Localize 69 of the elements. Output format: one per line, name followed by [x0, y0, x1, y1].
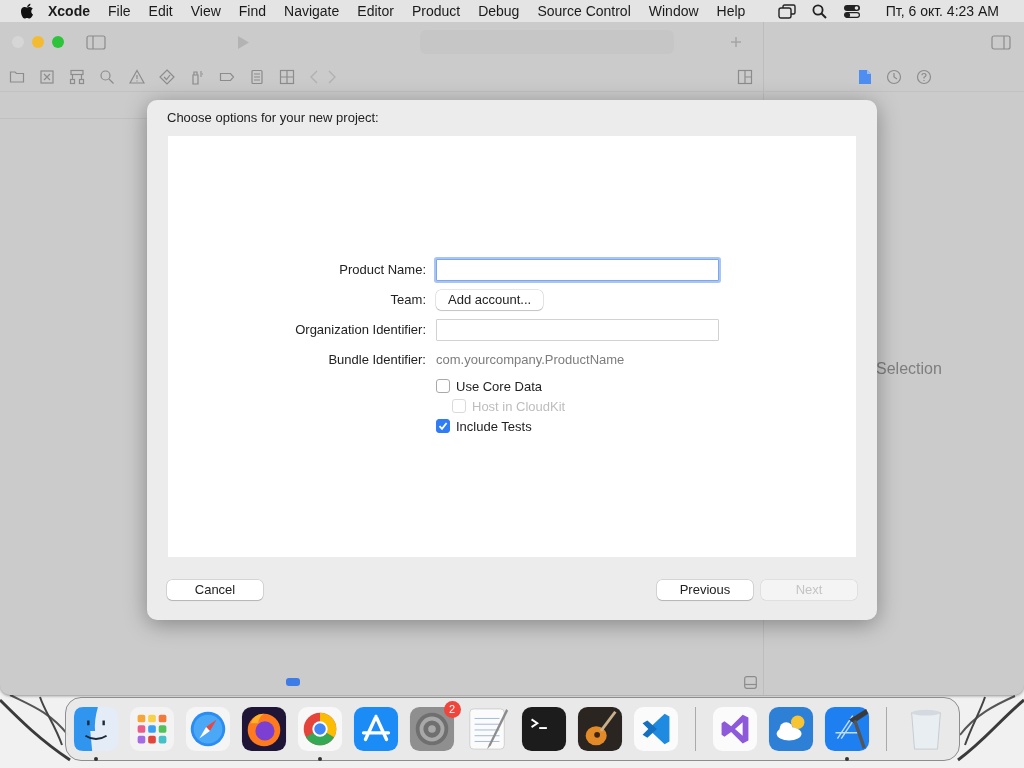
toggle-switch-icon[interactable] — [842, 3, 861, 19]
bundle-identifier-text: com.yourcompany.ProductName — [436, 351, 625, 367]
field-label: Product Name: — [338, 261, 426, 279]
checkbox-label: Host in CloudKit — [472, 397, 566, 416]
loop-icon[interactable] — [711, 706, 758, 752]
menu-item[interactable]: Editor — [348, 0, 403, 22]
menu-item[interactable]: Product — [402, 0, 470, 22]
menu-item[interactable]: Help — [707, 0, 755, 22]
plus-icon[interactable] — [730, 36, 742, 48]
dialog-button[interactable]: Cancel — [167, 580, 263, 600]
menu-item[interactable]: File — [99, 0, 140, 22]
inspector-toggle-icon[interactable] — [991, 34, 1011, 50]
input-field[interactable] — [436, 318, 719, 341]
menu-item[interactable]: Window — [639, 0, 708, 22]
x-square-icon[interactable] — [39, 68, 55, 85]
cloud-icon[interactable] — [767, 706, 814, 752]
bracket-icon[interactable] — [632, 706, 679, 752]
field-label: Organization Identifier: — [294, 321, 426, 339]
compass-icon[interactable] — [184, 706, 231, 752]
zoom-button[interactable] — [52, 36, 64, 48]
minimize-button[interactable] — [32, 36, 44, 48]
checkbox[interactable] — [436, 379, 450, 394]
editor-layout-icon[interactable] — [737, 68, 753, 85]
add-account-button[interactable]: Add account... — [436, 289, 544, 310]
guitar-icon[interactable] — [576, 706, 623, 752]
checkbox-label: Use Core Data — [456, 377, 542, 396]
hammer-icon[interactable] — [823, 706, 870, 752]
hierarchy-icon[interactable] — [69, 68, 85, 85]
gear-icon[interactable] — [408, 706, 455, 752]
chevron-left-icon[interactable] — [309, 68, 319, 85]
terminal-icon[interactable] — [520, 706, 567, 752]
play-icon[interactable] — [236, 34, 250, 50]
checkbox[interactable] — [436, 419, 450, 434]
a-mark-icon[interactable] — [352, 706, 399, 752]
menu-item[interactable]: Navigate — [275, 0, 349, 22]
apple-icon[interactable] — [20, 3, 34, 19]
dialog-button[interactable]: Previous — [657, 580, 753, 600]
placeholder-text: Selection — [876, 358, 942, 379]
input-field[interactable] — [436, 258, 719, 281]
clock-icon[interactable] — [886, 68, 902, 85]
document-icon[interactable] — [858, 68, 872, 85]
spray-icon[interactable] — [189, 68, 205, 85]
diamond-check-icon[interactable] — [159, 68, 175, 85]
help-icon[interactable] — [916, 68, 932, 85]
fox-icon[interactable] — [240, 706, 287, 752]
menu-item[interactable]: Debug — [469, 0, 529, 22]
chevron-right-icon[interactable] — [327, 68, 337, 85]
folder-icon[interactable] — [9, 68, 25, 85]
wheel-icon[interactable] — [296, 706, 343, 752]
dialog-title: Choose options for your new project: — [166, 109, 380, 127]
menu-item[interactable]: Source Control — [528, 0, 640, 22]
panel-toggle-icon[interactable] — [744, 675, 757, 689]
field-label: Bundle Identifier: — [327, 350, 426, 369]
menu-item[interactable]: Find — [229, 0, 276, 22]
clock-text: Пт, 6 окт. 4:23 AM — [884, 1, 1000, 21]
warning-icon[interactable] — [129, 68, 145, 85]
grid-icon[interactable] — [128, 706, 175, 752]
menu-item[interactable]: View — [181, 0, 230, 22]
list-icon[interactable] — [249, 68, 265, 85]
app-menu[interactable]: Xcode — [34, 0, 99, 22]
scheme-indicator[interactable] — [286, 678, 300, 686]
sidebar-toggle-icon[interactable] — [86, 34, 106, 50]
checkbox-label: Include Tests — [456, 417, 532, 436]
window-stack-icon[interactable] — [777, 3, 796, 19]
field-label: Team: — [389, 291, 426, 309]
menu-item[interactable]: Edit — [139, 0, 182, 22]
search-icon[interactable] — [811, 3, 827, 19]
face-icon[interactable] — [72, 706, 119, 752]
grid-icon[interactable] — [279, 68, 295, 85]
